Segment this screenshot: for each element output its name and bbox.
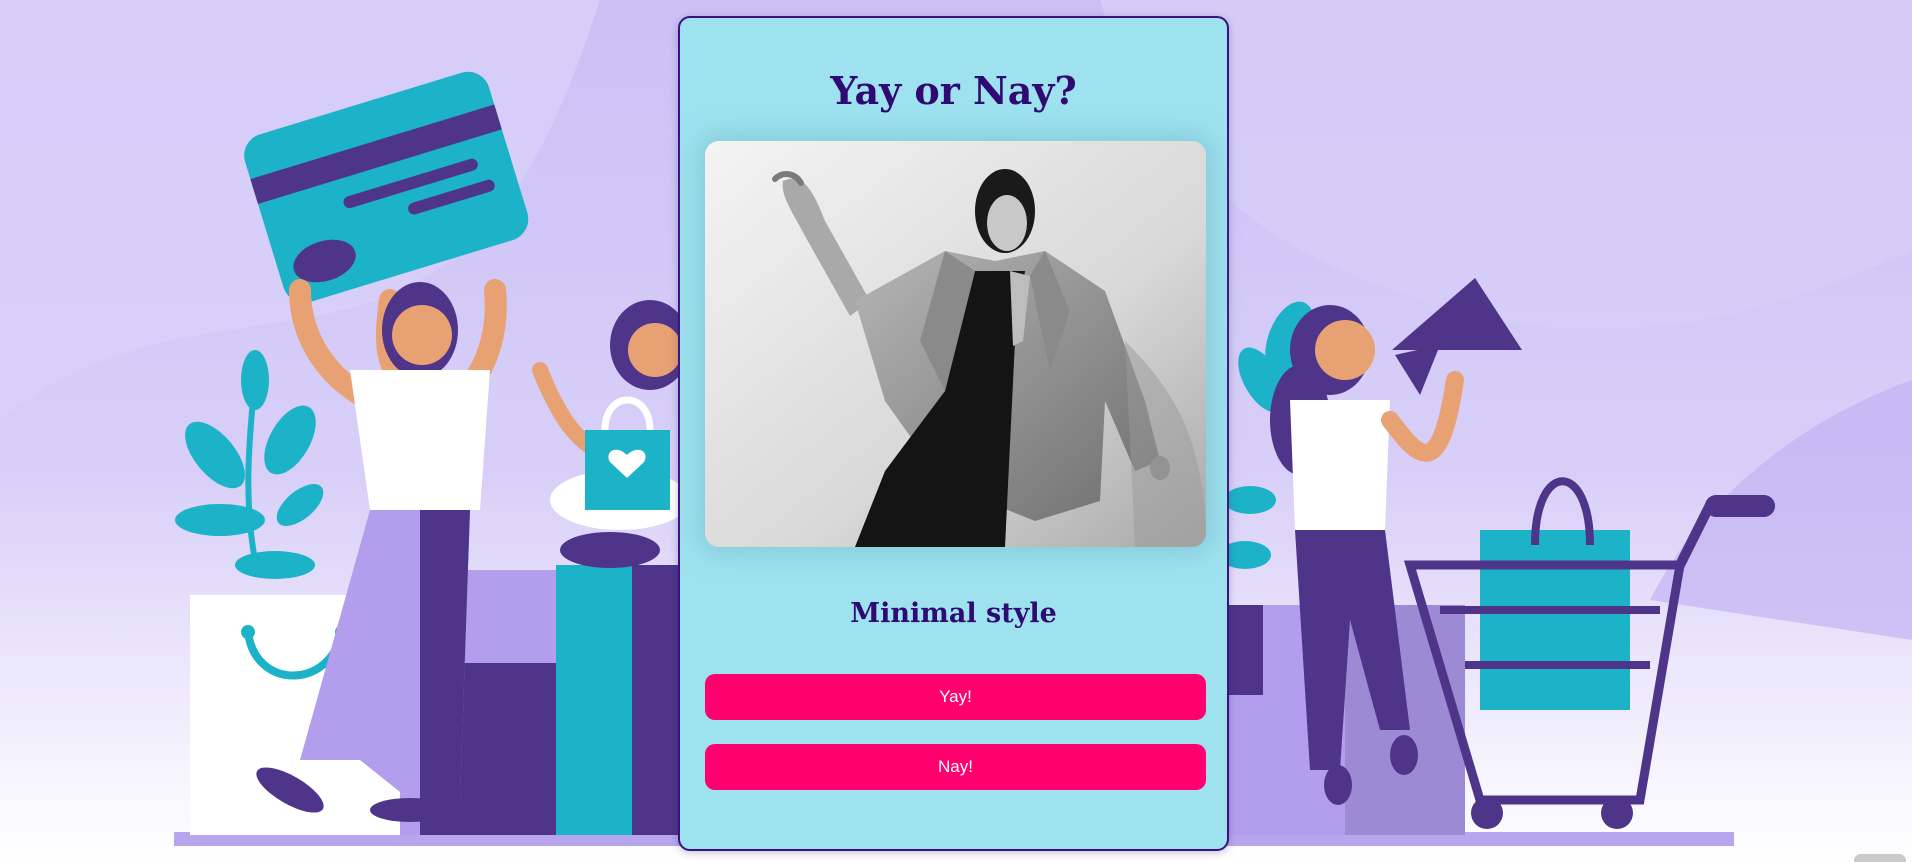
- shopping-bag-icon: [585, 396, 670, 510]
- person-in-blazer-photo: [705, 141, 1206, 547]
- yay-button[interactable]: Yay!: [705, 674, 1206, 720]
- woman-figure-icon: [532, 300, 690, 568]
- nay-button[interactable]: Nay!: [705, 744, 1206, 790]
- scroll-indicator[interactable]: [1854, 854, 1906, 862]
- fashion-photo: [705, 141, 1206, 547]
- style-name: Minimal style: [850, 598, 1057, 629]
- page-title: Yay or Nay?: [830, 68, 1077, 113]
- page-background: Yay or Nay? Minimal style Yay! Nay!: [0, 0, 1912, 862]
- plant-icon: [175, 350, 324, 579]
- vote-card: Yay or Nay? Minimal style Yay! Nay!: [678, 16, 1229, 851]
